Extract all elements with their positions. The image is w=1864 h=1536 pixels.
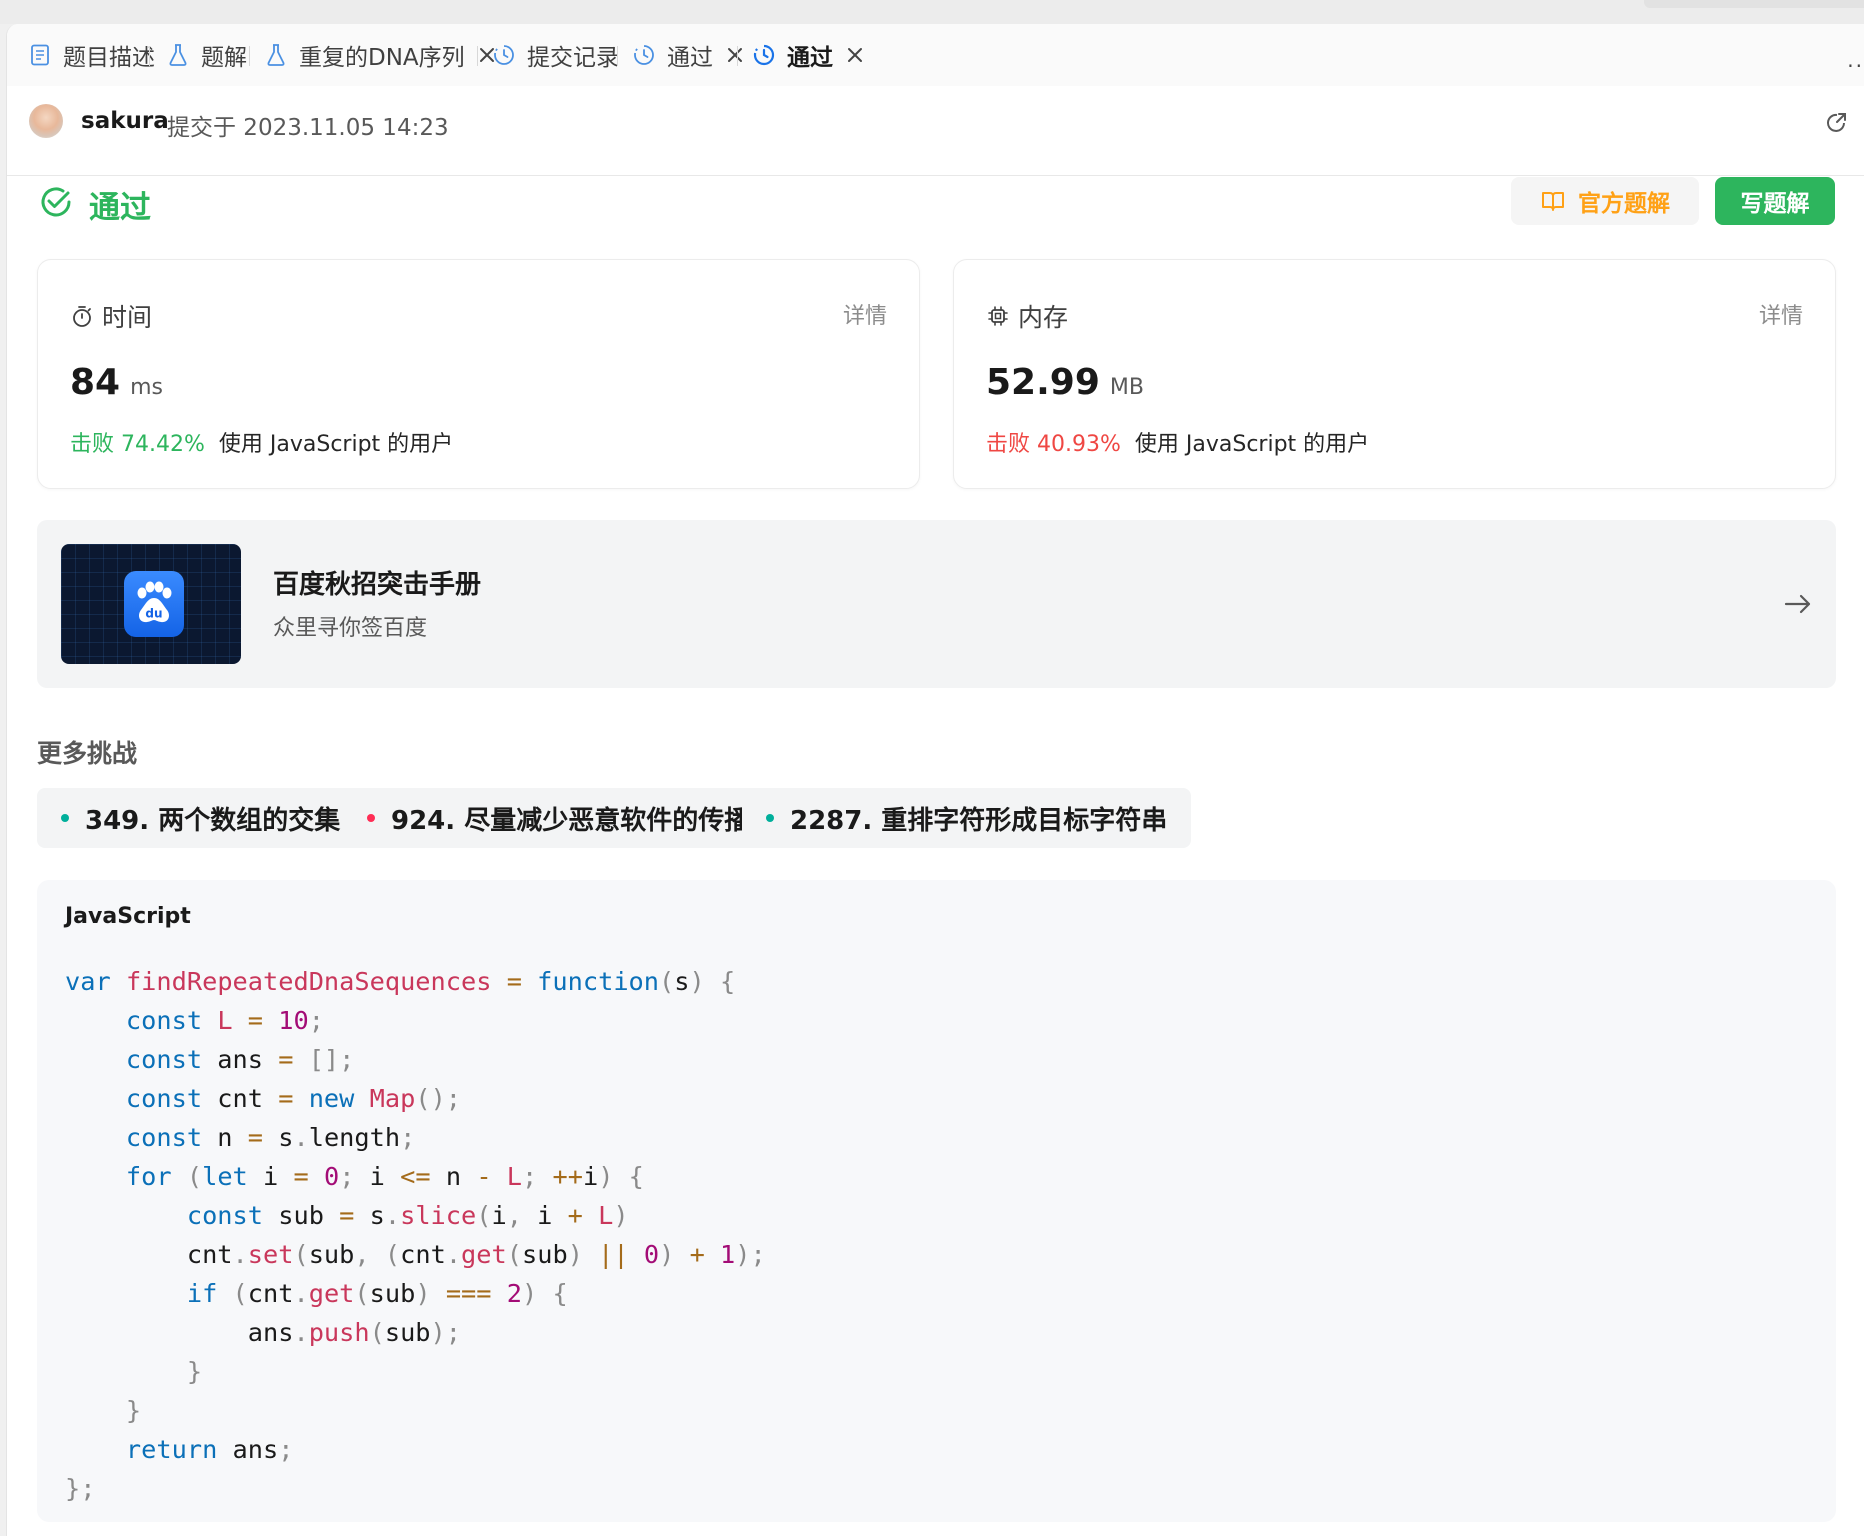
official-solution-button[interactable]: 官方题解 <box>1511 177 1699 225</box>
memory-beat: 击败 40.93% 使用 JavaScript 的用户 <box>986 426 1369 458</box>
memory-header: 内存 <box>986 298 1068 334</box>
tab-label: 通过 <box>667 45 713 71</box>
submission-status: 通过 <box>39 180 151 228</box>
window-top-pill <box>1644 0 1864 8</box>
memory-unit: MB <box>1109 375 1144 400</box>
book-icon <box>1540 188 1566 214</box>
difficulty-dot <box>766 814 774 822</box>
challenge-label: 349. 两个数组的交集 <box>85 805 341 836</box>
submission-time: 提交于 2023.11.05 14:23 <box>167 115 449 141</box>
tab-label: 题解 <box>201 45 247 71</box>
share-icon[interactable] <box>1824 110 1850 136</box>
chip-icon <box>986 304 1010 328</box>
history-icon <box>631 42 657 68</box>
memory-detail-link[interactable]: 详情 <box>1759 298 1803 330</box>
memory-title: 内存 <box>1018 303 1069 332</box>
tab-label: 提交记录 <box>527 45 619 71</box>
memory-beat-suffix: 使用 JavaScript 的用户 <box>1134 432 1370 457</box>
tab-divider <box>737 46 738 66</box>
tab-accepted-1[interactable]: 通过 <box>631 38 745 72</box>
challenge-chip[interactable]: 349. 两个数组的交集 <box>37 788 365 848</box>
runtime-detail-link[interactable]: 详情 <box>843 298 887 330</box>
challenge-label: 924. 尽量减少恶意软件的传播 <box>391 805 751 836</box>
tab-solutions[interactable]: 题解 <box>165 38 247 72</box>
tab-divider <box>617 46 618 66</box>
memory-value: 52.99 MB <box>986 362 1144 403</box>
challenge-label: 2287. 重排字符形成目标字符串 <box>790 805 1168 836</box>
promo-banner[interactable]: du 百度秋招突击手册 众里寻你签百度 <box>37 520 1836 688</box>
status-label: 通过 <box>89 189 151 226</box>
write-solution-button[interactable]: 写题解 <box>1715 177 1835 225</box>
tab-submissions[interactable]: 提交记录 <box>491 38 619 72</box>
arrow-right-icon[interactable] <box>1782 588 1814 620</box>
banner-subtitle: 众里寻你签百度 <box>273 616 428 641</box>
runtime-beat: 击败 74.42% 使用 JavaScript 的用户 <box>70 426 453 458</box>
banner-image: du <box>61 544 241 664</box>
tab-label: 题目描述 <box>63 45 155 71</box>
runtime-unit: ms <box>130 375 164 400</box>
history-icon <box>751 42 777 68</box>
tab-accepted-2[interactable]: 通过 <box>751 38 865 72</box>
code-content[interactable]: var findRepeatedDnaSequences = function(… <box>65 962 766 1508</box>
code-language: JavaScript <box>65 904 191 929</box>
more-tabs-icon[interactable]: ·· <box>1847 54 1864 78</box>
tab-divider <box>249 46 250 66</box>
avatar[interactable] <box>29 104 63 138</box>
submitter-name[interactable]: sakura <box>81 108 169 134</box>
stopwatch-icon <box>70 304 94 328</box>
runtime-header: 时间 <box>70 298 152 334</box>
runtime-beat-suffix: 使用 JavaScript 的用户 <box>218 432 454 457</box>
document-icon <box>27 42 53 68</box>
code-block: JavaScript var findRepeatedDnaSequences … <box>37 880 1836 1522</box>
runtime-value: 84 ms <box>70 362 163 403</box>
baidu-logo-text: du <box>145 607 162 621</box>
tab-description[interactable]: 题目描述 <box>27 38 155 72</box>
history-icon <box>491 42 517 68</box>
check-circle-icon <box>39 185 73 223</box>
close-icon[interactable] <box>725 45 745 65</box>
tab-bar: 题目描述 题解 重复的DNA序列 提交记录 通过 通过 ·· <box>7 24 1864 86</box>
runtime-beat-percent: 击败 74.42% <box>70 432 205 457</box>
tab-dna-solution[interactable]: 重复的DNA序列 <box>263 38 497 72</box>
challenge-chip[interactable]: 924. 尽量减少恶意软件的传播 <box>343 788 775 848</box>
tab-label: 重复的DNA序列 <box>299 45 465 71</box>
tab-label: 通过 <box>787 45 833 71</box>
memory-card: 内存 详情 52.99 MB 击败 40.93% 使用 JavaScript 的用… <box>953 259 1836 489</box>
challenge-chip[interactable]: 2287. 重排字符形成目标字符串 <box>742 788 1192 848</box>
flask-icon <box>263 42 289 68</box>
window-top-strip <box>0 0 1864 24</box>
memory-number: 52.99 <box>986 362 1100 403</box>
more-challenges-title: 更多挑战 <box>37 739 138 768</box>
submission-header: sakura 提交于 2023.11.05 14:23 <box>7 86 1864 176</box>
flask-icon <box>165 42 191 68</box>
submission-panel: 题目描述 题解 重复的DNA序列 提交记录 通过 通过 ·· sakura 提交… <box>6 24 1864 1536</box>
difficulty-dot <box>61 814 69 822</box>
tab-divider <box>149 46 150 66</box>
runtime-title: 时间 <box>102 303 153 332</box>
difficulty-dot <box>367 814 375 822</box>
runtime-number: 84 <box>70 362 121 403</box>
banner-title: 百度秋招突击手册 <box>273 570 482 600</box>
tab-divider <box>477 46 478 66</box>
official-solution-label: 官方题解 <box>1578 191 1670 217</box>
baidu-logo-icon: du <box>124 571 184 637</box>
runtime-card: 时间 详情 84 ms 击败 74.42% 使用 JavaScript 的用户 <box>37 259 920 489</box>
memory-beat-percent: 击败 40.93% <box>986 432 1121 457</box>
close-icon[interactable] <box>845 45 865 65</box>
